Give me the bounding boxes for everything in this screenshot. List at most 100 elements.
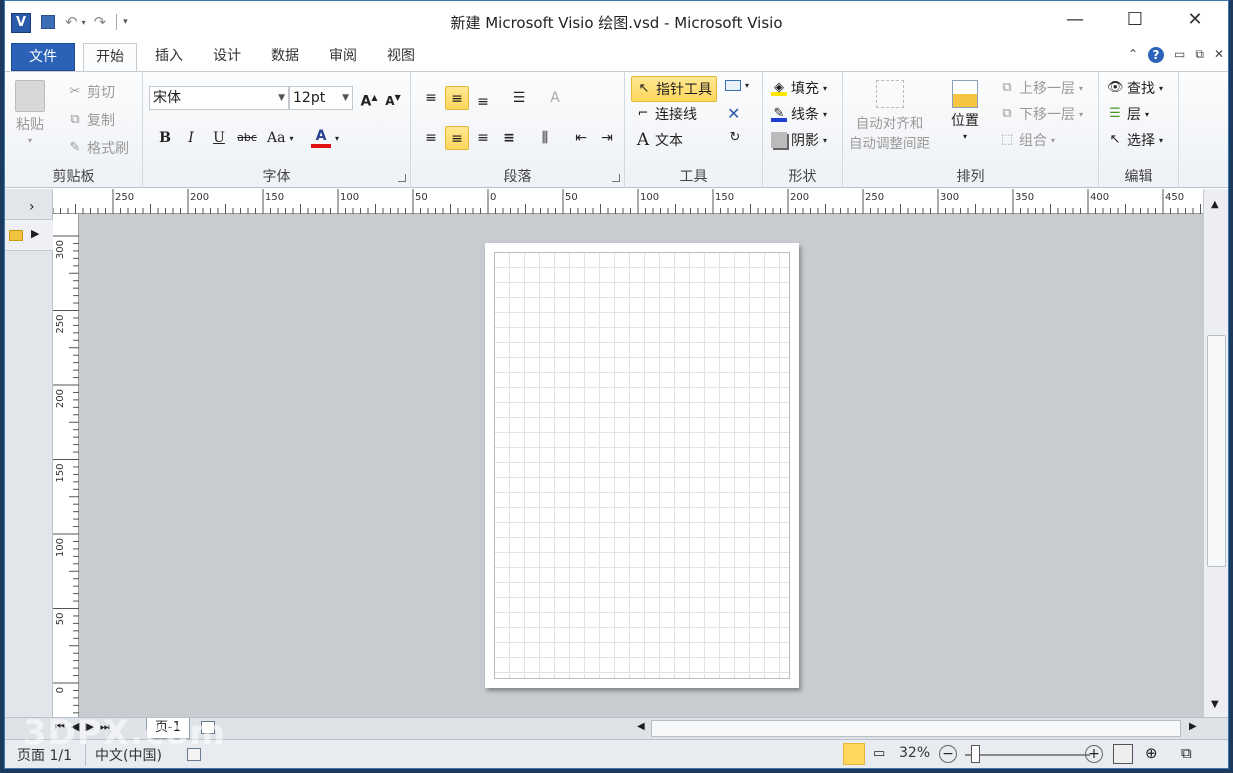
strikethrough-button[interactable]: abc [235,126,259,150]
horizontal-ruler[interactable]: 250 200 150 100 50 0 50 100 150 200 250 300 350 400 45… [53,189,1203,214]
grow-font-button[interactable]: A▲ [357,86,381,110]
copy-button[interactable]: ⧉ 复制 [67,110,115,130]
line-button[interactable]: ✎ 线条 ▾ [771,104,827,124]
maximize-button[interactable]: ☐ [1115,9,1155,33]
normal-view-icon[interactable] [843,743,865,765]
paste-button[interactable]: 粘贴 ▾ [15,80,45,145]
copy-icon: ⧉ [70,112,80,127]
help-icon[interactable]: ? [1148,47,1165,63]
horizontal-scroll-thumb[interactable] [651,720,1181,737]
switch-windows-icon[interactable]: ⧉ [1181,744,1192,762]
chevron-down-icon: ▾ [823,109,828,119]
ruler-label: 200 [790,192,809,203]
italic-button[interactable]: I [179,126,203,150]
doc-minimize-icon[interactable]: ▭ [1174,47,1185,63]
increase-indent-button[interactable]: ⇥ [595,126,619,150]
tab-home[interactable]: 开始 [83,43,137,72]
minimize-button[interactable]: — [1055,9,1095,33]
shrink-font-button[interactable]: A▼ [381,86,405,110]
font-color-button[interactable]: A ▾ [311,128,339,148]
change-case-button[interactable]: Aa ▾ [267,130,293,146]
align-center-button[interactable]: ≡ [445,126,469,150]
layers-button[interactable]: ☰ 层 ▾ [1107,104,1149,124]
text-tool-label: 文本 [655,133,683,149]
tab-view[interactable]: 视图 [375,43,427,71]
decrease-indent-button[interactable]: ⇤ [569,126,593,150]
zoom-slider[interactable] [965,754,1090,756]
align-bottom-button[interactable]: ≡ [471,90,495,114]
presentation-view-icon[interactable]: ▭ [873,746,885,761]
ruler-label: 400 [1090,192,1109,203]
font-size-select[interactable]: 12pt ▼ [289,86,353,110]
bullets-button[interactable]: ☰ [507,86,531,110]
text-direction-button[interactable]: A [543,86,567,110]
bring-forward-button[interactable]: ⧉ 上移一层 ▾ [999,78,1083,98]
tab-data[interactable]: 数据 [259,43,311,71]
scroll-up-icon[interactable]: ▲ [1211,199,1219,210]
collapse-ribbon-icon[interactable]: ⌃ [1128,47,1138,63]
shadow-button[interactable]: 阴影 ▾ [771,130,827,150]
bold-button[interactable]: B [153,126,177,150]
tab-insert[interactable]: 插入 [143,43,195,71]
tab-review[interactable]: 审阅 [317,43,369,71]
drawing-canvas[interactable] [79,214,1203,717]
connector-icon: ⌐ [637,106,649,121]
tab-file[interactable]: 文件 [11,43,75,71]
close-button[interactable]: ✕ [1175,9,1215,33]
cut-button[interactable]: ✂ 剪切 [67,82,115,102]
align-middle-button[interactable]: ≡ [445,86,469,110]
align-top-button[interactable]: ≡ [419,86,443,110]
fill-button[interactable]: ◈ 填充 ▾ [771,78,827,98]
pointer-tool-button[interactable]: ↖ 指针工具 [631,76,717,102]
text-direction-vertical-button[interactable]: ⫼ [533,126,557,150]
zoom-out-icon[interactable]: − [939,745,957,763]
scroll-left-icon[interactable]: ◀ [637,721,645,732]
zoom-slider-thumb[interactable] [971,745,980,763]
text-tool-button[interactable]: A 文本 [635,130,683,150]
select-button[interactable]: ↖ 选择 ▾ [1107,130,1163,150]
justify-button[interactable]: ≡ [497,126,521,150]
connection-point-button[interactable]: ✕ [727,104,740,123]
underline-button[interactable]: U [207,126,231,150]
zoom-in-icon[interactable]: + [1085,745,1103,763]
connector-button[interactable]: ⌐ 连接线 [635,104,697,124]
copy-label: 复制 [87,113,115,129]
doc-close-icon[interactable]: ✕ [1214,47,1224,63]
chevron-down-icon: ▾ [962,132,967,141]
scroll-down-icon[interactable]: ▼ [1211,699,1219,710]
vertical-scroll-thumb[interactable] [1207,335,1226,567]
position-button[interactable]: 位置 ▾ [951,80,979,141]
tab-design[interactable]: 设计 [201,43,253,71]
pan-zoom-icon[interactable]: ⊕ [1145,744,1158,762]
page-grid [494,252,790,679]
text-block-button[interactable]: ↻ [727,130,743,146]
font-dialog-launcher[interactable] [398,174,406,182]
expand-shapes-pane-icon[interactable]: › [29,199,35,215]
doc-restore-icon[interactable]: ⧉ [1195,47,1204,63]
paragraph-dialog-launcher[interactable] [612,174,620,182]
group-icon: ⬚ [1000,132,1014,147]
drawing-page[interactable] [485,243,799,688]
find-button[interactable]: 👁 查找 ▾ [1107,78,1163,98]
find-label: 查找 [1127,81,1155,97]
rectangle-icon [725,80,741,91]
font-name-select[interactable]: 宋体 ▼ [149,86,289,110]
vertical-scrollbar[interactable]: ▲ ▼ [1203,189,1228,717]
ruler-label: 0 [490,192,496,203]
ruler-label: 50 [415,192,428,203]
pointer-tool-label: 指针工具 [656,82,712,98]
send-backward-button[interactable]: ⧉ 下移一层 ▾ [999,104,1083,124]
scroll-right-icon[interactable]: ▶ [1189,721,1197,732]
rectangle-tool-button[interactable]: ▾ [725,80,749,91]
shapes-stencil-row[interactable]: ▶ [5,219,53,251]
align-left-button[interactable]: ≡ [419,126,443,150]
zoom-level[interactable]: 32% [899,745,930,761]
group-button[interactable]: ⬚ 组合 ▾ [999,130,1055,150]
auto-align-space-button[interactable]: 自动对齐和 自动调整间距 [849,80,930,152]
align-right-button[interactable]: ≡ [471,126,495,150]
vertical-ruler-ticks: 300 250 200 150 100 50 0 [53,235,79,714]
format-painter-button[interactable]: ✎ 格式刷 [67,138,129,158]
vertical-ruler[interactable]: 300 250 200 150 100 50 0 [53,214,79,717]
ruler-label: 250 [55,315,66,334]
fit-page-icon[interactable] [1113,744,1133,764]
